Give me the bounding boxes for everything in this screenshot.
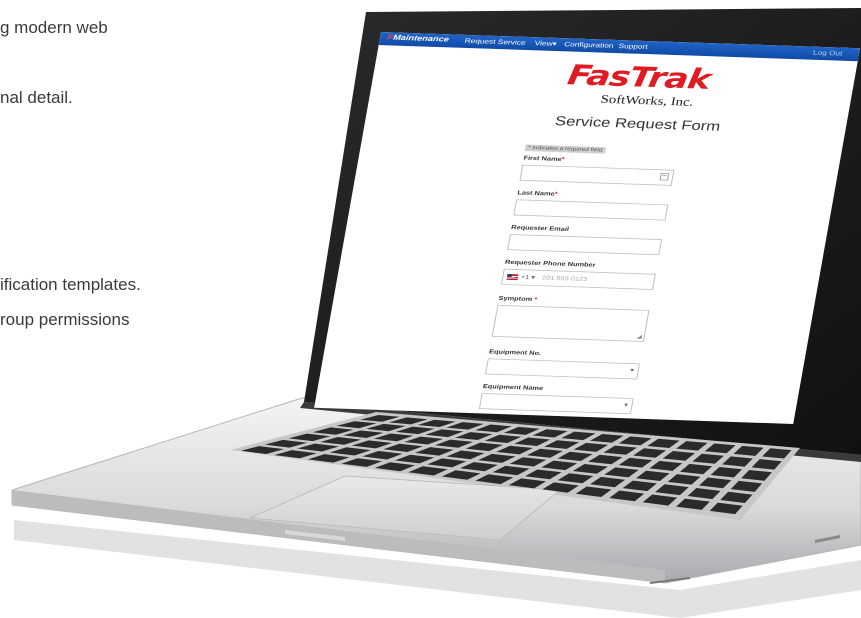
first-name-input[interactable] (519, 164, 675, 186)
nav-request-service[interactable]: Request Service (464, 37, 526, 46)
nav-configuration[interactable]: Configuration (564, 40, 615, 49)
laptop-mockup: FMaintenance Request Service View▾ Confi… (0, 0, 861, 618)
chevron-down-icon: ▾ (629, 366, 635, 374)
equipment-no-label: Equipment No. (488, 348, 542, 357)
company-logo-subtitle: SoftWorks, Inc. (599, 93, 695, 109)
symptom-textarea[interactable]: ◢ (491, 304, 650, 342)
requester-phone-input[interactable]: +1 ▾ 201 555 0123 (501, 268, 656, 290)
calendar-icon[interactable] (659, 173, 670, 181)
us-flag-icon[interactable] (506, 273, 519, 281)
nav-view[interactable]: View▾ (534, 39, 557, 48)
form-title: Service Request Form (553, 113, 722, 134)
chevron-down-icon: ▾ (623, 401, 629, 409)
equipment-name-label: Equipment Name (482, 382, 544, 392)
resize-grip-icon[interactable]: ◢ (636, 334, 642, 339)
first-name-label: First Name* (523, 154, 566, 163)
requester-email-label: Requester Email (510, 223, 570, 233)
company-logo: FasTrak (565, 58, 713, 96)
equipment-name-select[interactable]: ▾ (478, 393, 634, 415)
phone-placeholder: 201 555 0123 (541, 274, 588, 283)
screen-content: FMaintenance Request Service View▾ Confi… (314, 32, 861, 424)
navbar-brand[interactable]: FMaintenance (387, 34, 450, 44)
nav-logout[interactable]: Log Out (812, 49, 843, 57)
phone-country-code[interactable]: +1 ▾ (520, 274, 535, 281)
requester-phone-label: Requester Phone Number (504, 258, 597, 269)
requester-email-input[interactable] (507, 234, 663, 256)
nav-support[interactable]: Support (618, 42, 648, 50)
symptom-label: Symptom * (498, 294, 538, 303)
last-name-input[interactable] (513, 199, 669, 221)
last-name-label: Last Name* (516, 189, 559, 198)
required-note: * indicates a required field (524, 144, 606, 154)
equipment-no-select[interactable]: ▾ (485, 358, 640, 380)
